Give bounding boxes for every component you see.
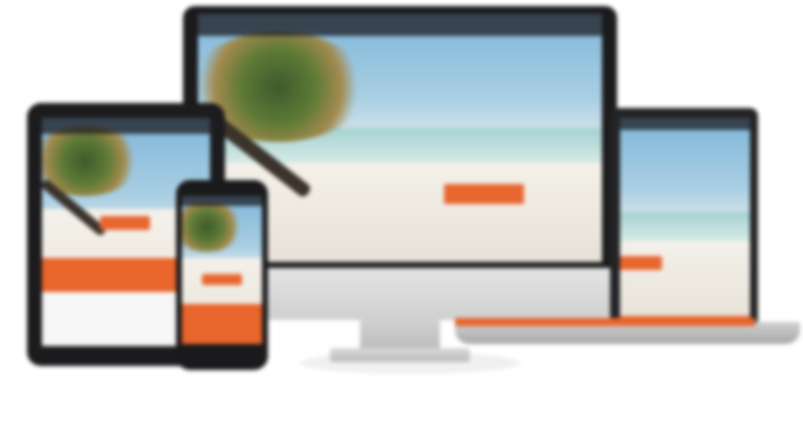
site-navigation-bar (42, 118, 210, 134)
orange-content-band (182, 304, 262, 344)
site-navigation-bar (620, 118, 750, 131)
site-navigation-bar (198, 14, 602, 37)
beach-sand (620, 241, 750, 323)
sea-strip (620, 212, 750, 241)
cta-button[interactable] (100, 216, 150, 230)
cta-button[interactable] (444, 184, 524, 204)
laptop-screen (620, 118, 750, 323)
cta-button[interactable] (202, 274, 242, 285)
laptop-orange-strip (455, 318, 755, 326)
desktop-monitor-foot (330, 348, 470, 362)
phone-screen (182, 196, 262, 344)
cta-button[interactable] (620, 256, 662, 270)
site-navigation-bar (182, 196, 262, 207)
responsive-devices-mockup (0, 0, 803, 431)
